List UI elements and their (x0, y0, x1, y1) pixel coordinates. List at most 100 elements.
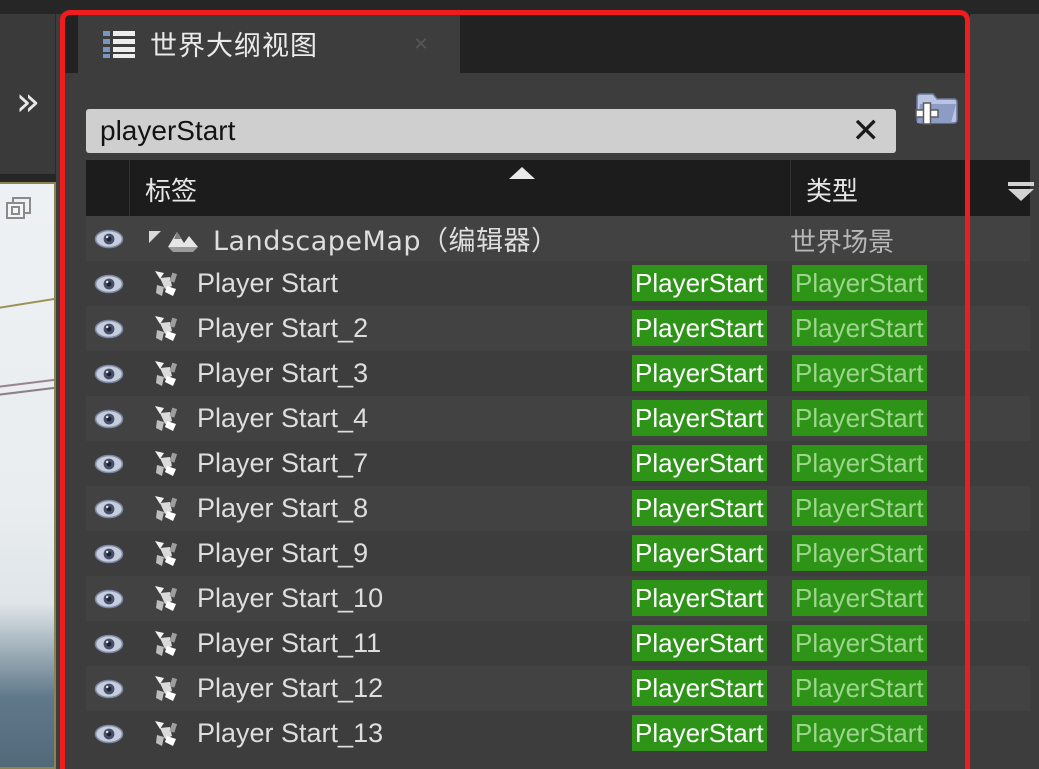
player-start-icon-wrap (151, 628, 185, 660)
search-input[interactable]: playerStart ✕ (86, 109, 896, 153)
table-row[interactable]: Player Start_4 PlayerStart PlayerStart (86, 396, 1030, 441)
visibility-toggle[interactable] (86, 351, 131, 396)
table-row[interactable]: LandscapeMap（编辑器） 世界场景 (86, 216, 1030, 261)
close-icon[interactable]: ✕ (410, 35, 432, 55)
visibility-toggle[interactable] (86, 486, 131, 531)
row-type-chip-secondary: PlayerStart (792, 715, 927, 751)
player-start-icon-wrap (151, 673, 185, 705)
player-start-icon-wrap (151, 403, 185, 435)
search-input-value: playerStart (100, 115, 236, 146)
visibility-toggle[interactable] (86, 576, 131, 621)
table-row[interactable]: Player Start_3 PlayerStart PlayerStart (86, 351, 1030, 396)
table-row[interactable]: Player Start_7 PlayerStart PlayerStart (86, 441, 1030, 486)
eye-icon[interactable] (94, 678, 124, 700)
row-label: Player Start_4 (197, 403, 369, 433)
row-type-chip-primary: PlayerStart (632, 265, 767, 301)
world-outliner-panel: 世界大纲视图 ✕ playerStart ✕ 标签 类型 LandscapeMa… (64, 14, 1034, 769)
window-top-strip (0, 0, 1039, 14)
table-row[interactable]: Player Start_11 PlayerStart PlayerStart (86, 621, 1030, 666)
tab-title: 世界大纲视图 (150, 31, 318, 62)
row-type-chip-primary: PlayerStart (632, 715, 767, 751)
table-row[interactable]: Player Start_2 PlayerStart PlayerStart (86, 306, 1030, 351)
tab-world-outliner[interactable]: 世界大纲视图 ✕ (78, 14, 460, 73)
chevron-double-right-icon[interactable]: » (4, 76, 52, 128)
world-landscape-icon (168, 231, 198, 252)
viewport-line (0, 385, 54, 397)
chevron-down-icon[interactable] (1004, 178, 1038, 204)
row-label: Player Start (197, 268, 339, 298)
tab-strip: 世界大纲视图 ✕ (64, 14, 970, 73)
eye-icon[interactable] (94, 498, 124, 520)
column-header-visibility (86, 160, 130, 216)
table-row[interactable]: Player Start PlayerStart PlayerStart (86, 261, 1030, 306)
row-type-chip-primary: PlayerStart (632, 670, 767, 706)
row-type-chip-secondary: PlayerStart (792, 625, 927, 661)
player-start-icon (155, 540, 178, 566)
table-row[interactable]: Player Start_13 PlayerStart PlayerStart (86, 711, 1030, 756)
layered-squares-icon[interactable] (5, 196, 33, 222)
row-type-chip-secondary: PlayerStart (792, 445, 927, 481)
row-type-chip-secondary: PlayerStart (792, 355, 927, 391)
row-type-chip-secondary: PlayerStart (792, 670, 927, 706)
player-start-icon-wrap (151, 358, 185, 390)
player-start-icon-wrap (151, 313, 185, 345)
column-header-label[interactable]: 标签 (131, 160, 791, 216)
eye-icon[interactable] (94, 543, 124, 565)
world-landscape-icon-wrap (165, 223, 201, 255)
eye-icon[interactable] (94, 363, 124, 385)
player-start-icon (155, 315, 178, 341)
visibility-toggle[interactable] (86, 666, 131, 711)
screen-root: » 世界大纲视图 ✕ playerStart ✕ 标签 类型 Landscape… (0, 0, 1039, 769)
row-type-chip-secondary: PlayerStart (792, 490, 927, 526)
sort-ascending-icon[interactable] (509, 167, 535, 179)
row-type-chip-primary: PlayerStart (632, 400, 767, 436)
viewport-line (0, 296, 54, 310)
table-row[interactable]: Player Start_8 PlayerStart PlayerStart (86, 486, 1030, 531)
left-toolbar-rail: » (0, 14, 56, 174)
visibility-toggle[interactable] (86, 441, 131, 486)
player-start-icon-wrap (151, 448, 185, 480)
table-row[interactable]: Player Start_10 PlayerStart PlayerStart (86, 576, 1030, 621)
visibility-toggle[interactable] (86, 216, 131, 261)
player-start-icon (155, 585, 178, 611)
row-type-chip-secondary: PlayerStart (792, 535, 927, 571)
rail-divider (0, 174, 56, 182)
row-type-chip-secondary: PlayerStart (792, 580, 927, 616)
table-row[interactable]: Player Start_9 PlayerStart PlayerStart (86, 531, 1030, 576)
player-start-icon-wrap (151, 718, 185, 750)
table-row[interactable]: Player Start_12 PlayerStart PlayerStart (86, 666, 1030, 711)
visibility-toggle[interactable] (86, 711, 131, 756)
column-header-type-text: 类型 (806, 177, 859, 207)
visibility-toggle[interactable] (86, 621, 131, 666)
eye-icon[interactable] (94, 273, 124, 295)
clear-search-icon[interactable]: ✕ (852, 114, 881, 148)
row-type-chip-secondary: PlayerStart (792, 310, 927, 346)
folder-plus-icon[interactable] (908, 86, 960, 132)
visibility-toggle[interactable] (86, 531, 131, 576)
row-label: Player Start_11 (197, 628, 382, 658)
eye-icon[interactable] (94, 408, 124, 430)
row-label: Player Start_3 (197, 358, 369, 388)
triangle-expanded-icon[interactable] (149, 230, 161, 243)
player-start-icon (155, 360, 178, 386)
row-type-chip-secondary: PlayerStart (792, 400, 927, 436)
row-label: Player Start_2 (197, 313, 369, 343)
row-label: Player Start_12 (197, 673, 384, 703)
eye-icon[interactable] (94, 723, 124, 745)
eye-icon[interactable] (94, 228, 124, 250)
eye-icon[interactable] (94, 588, 124, 610)
row-label: Player Start_10 (197, 583, 384, 613)
visibility-toggle[interactable] (86, 261, 131, 306)
player-start-icon (155, 270, 178, 296)
player-start-icon (155, 405, 178, 431)
visibility-toggle[interactable] (86, 396, 131, 441)
eye-icon[interactable] (94, 318, 124, 340)
column-header-type[interactable]: 类型 (792, 160, 1030, 216)
eye-icon[interactable] (94, 453, 124, 475)
row-type-chip-primary: PlayerStart (632, 490, 767, 526)
eye-icon[interactable] (94, 633, 124, 655)
row-label: Player Start_7 (197, 448, 369, 478)
viewport-preview[interactable] (0, 182, 56, 769)
row-type-chip-primary: PlayerStart (632, 535, 767, 571)
visibility-toggle[interactable] (86, 306, 131, 351)
